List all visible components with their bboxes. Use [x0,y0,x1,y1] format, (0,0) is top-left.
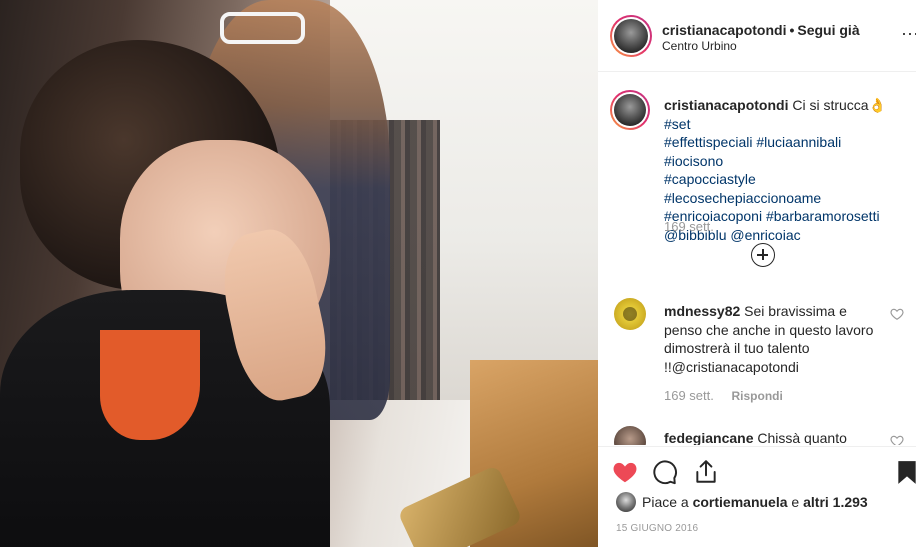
post-header: cristianacapotondi • Segui già Centro Urbi… [598,0,916,72]
heart-filled-icon[interactable] [612,459,638,485]
reply-button[interactable]: Rispondi [732,389,783,403]
share-icon[interactable] [693,459,719,485]
likes-summary: Piace a cortiemanuela e altri 1.293 [642,494,868,510]
commenter-avatar[interactable] [614,298,646,330]
photo-orange-shirt [100,330,200,440]
liker-username[interactable]: cortiemanuela [693,494,788,510]
hashtag-line[interactable]: #capocciastyle [664,171,756,187]
comment-bubble-icon[interactable] [652,459,678,485]
bookmark-icon[interactable] [894,459,916,485]
caption-username[interactable]: cristianacapotondi [664,97,788,113]
post-date[interactable]: 15 giugno 2016 [616,523,698,534]
likes-count[interactable]: altri 1.293 [803,494,868,510]
more-options-icon[interactable]: ··· [901,28,916,42]
caption-avatar[interactable] [610,90,650,130]
comment-username[interactable]: mdnessy82 [664,303,740,319]
comment: mdnessy82 Sei bravissima e penso che anc… [664,302,886,376]
comment-timestamp[interactable]: 169 sett. [664,388,714,403]
author-username[interactable]: cristianacapotondi [662,22,786,38]
hashtag-line[interactable]: #lecosechepiaccionoame [664,190,821,206]
commenter-avatar[interactable] [614,426,646,445]
likes-middle: e [791,494,800,510]
plus-circle-icon[interactable] [751,243,775,267]
author-avatar[interactable] [610,15,652,57]
heart-outline-icon[interactable] [890,434,904,445]
location-link[interactable]: Centro Urbino [662,39,737,53]
heart-outline-icon[interactable] [890,307,904,321]
post-side-panel: cristianacapotondi • Segui già Centro Urbi… [598,0,916,547]
post-photo[interactable] [0,0,598,547]
hashtag[interactable]: #set [664,116,690,132]
comment: fedegiancane Chissà quanto [664,429,886,445]
photo-glasses [220,12,305,44]
comment-text: Chissà quanto [757,430,847,445]
hashtag-line[interactable]: #effettispeciali #luciaannibali #iocison… [664,134,841,169]
likes-prefix: Piace a [642,494,689,510]
follow-button[interactable]: Segui già [797,22,859,38]
author-line: cristianacapotondi • Segui già [662,22,860,38]
caption-timestamp[interactable]: 169 sett. [664,219,714,234]
caption-emoji: 👌 [868,97,887,113]
separator-dot: • [789,22,795,38]
liker-avatar[interactable] [616,492,636,512]
comment-meta: 169 sett. Rispondi [664,388,783,403]
comments-section[interactable]: cristianacapotondi Ci si strucca👌 #set #… [598,73,916,445]
caption-text: Ci si strucca [792,97,869,113]
comment-username[interactable]: fedegiancane [664,430,753,445]
post-actions: Piace a cortiemanuela e altri 1.293 15 g… [598,446,916,547]
